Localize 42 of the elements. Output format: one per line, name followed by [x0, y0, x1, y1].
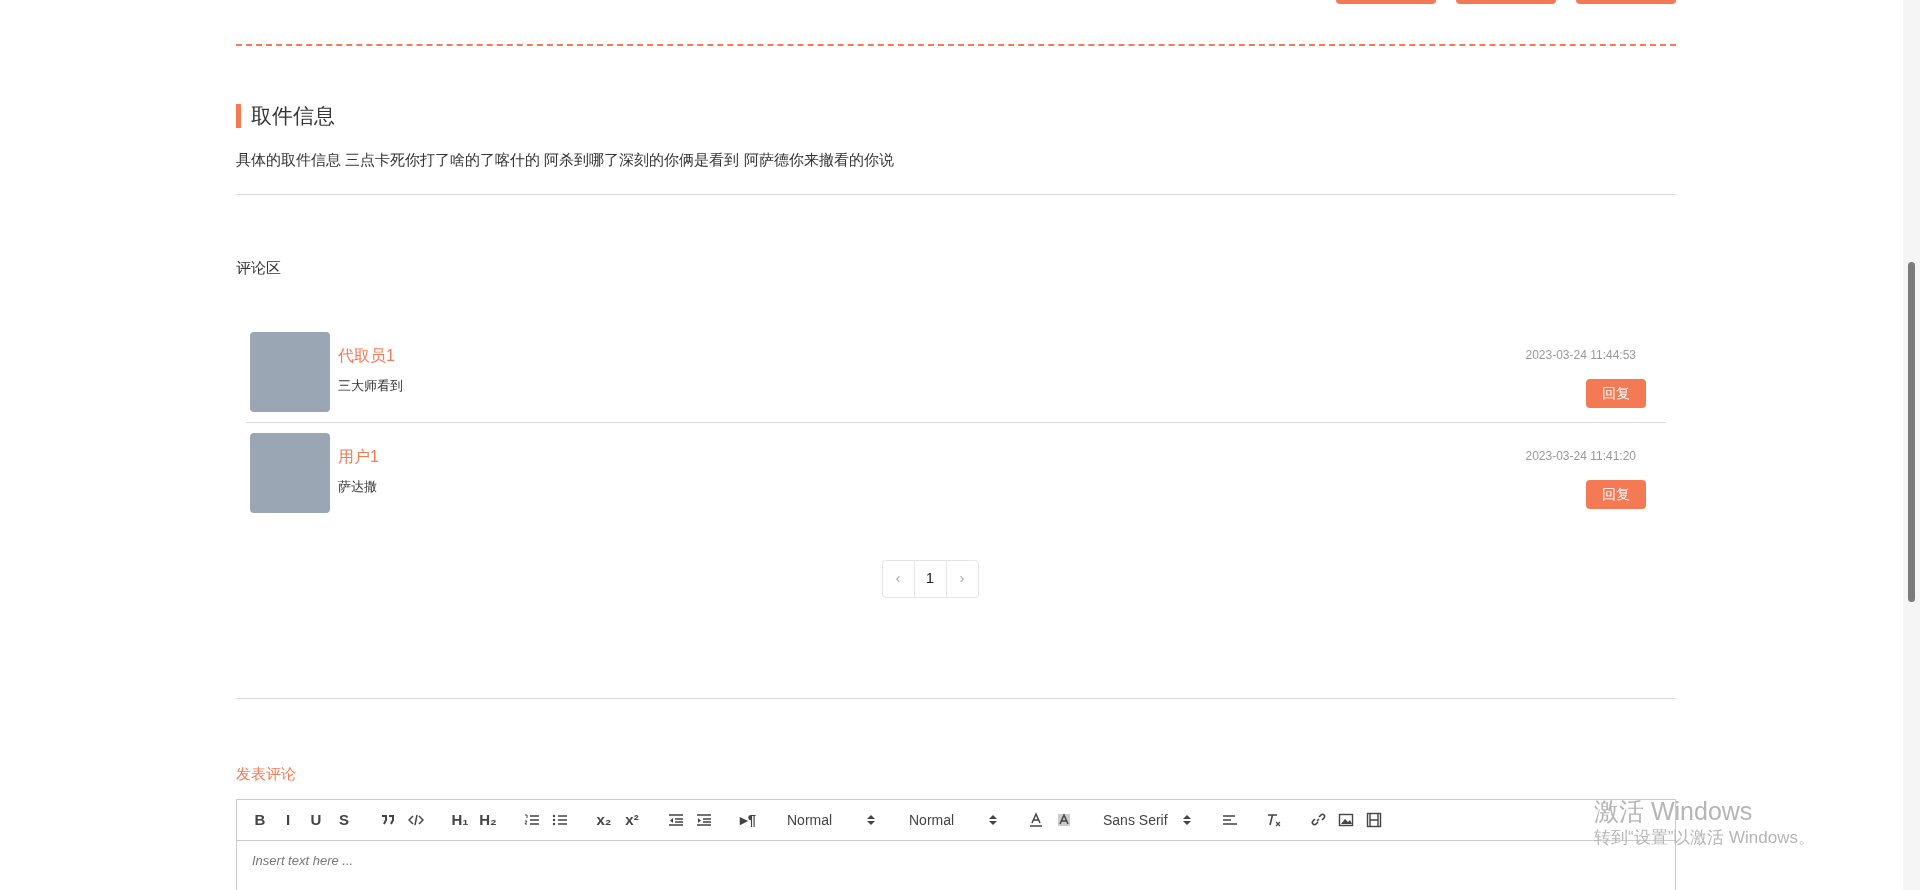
- activation-title: 激活 Windows: [1594, 796, 1754, 826]
- numbered-list-icon: [524, 812, 540, 828]
- video-icon: [1366, 812, 1382, 828]
- updown-caret-icon: [1183, 814, 1191, 826]
- code-icon: [408, 812, 424, 828]
- comment-time: 2023-03-24 11:41:20: [1525, 447, 1636, 465]
- format-button[interactable]: I: [277, 808, 299, 832]
- format-button[interactable]: x²: [621, 808, 643, 832]
- updown-caret-icon: [989, 814, 997, 826]
- highlight-icon: [1056, 812, 1072, 828]
- align-icon: [1222, 812, 1238, 828]
- format-button[interactable]: ▸¶: [737, 808, 759, 832]
- comment-time: 2023-03-24 11:44:53: [1525, 346, 1636, 364]
- format-button[interactable]: H₂: [477, 808, 499, 832]
- bullet-list-icon: [552, 812, 568, 828]
- format-button[interactable]: B: [249, 808, 271, 832]
- dropdown-select[interactable]: Normal: [781, 808, 881, 832]
- format-button[interactable]: S: [333, 808, 355, 832]
- format-button[interactable]: x₂: [593, 808, 615, 832]
- comments-title: 评论区: [236, 258, 282, 278]
- text-color-icon: [1028, 812, 1044, 828]
- post-comment-title: 发表评论: [236, 763, 297, 784]
- outdent-icon: [668, 812, 684, 828]
- dropdown-select[interactable]: Normal: [903, 808, 1003, 832]
- comment-text: 三大师看到: [338, 376, 404, 395]
- comment-text: 萨达撒: [338, 477, 378, 496]
- indent-icon: [696, 812, 712, 828]
- clear-format-icon: [1266, 812, 1282, 828]
- link-icon: [1310, 812, 1326, 828]
- dropdown-value: Sans Serif: [1103, 810, 1168, 830]
- format-button[interactable]: H₁: [449, 808, 471, 832]
- pickup-description: 具体的取件信息 三点卡死你打了啥的了喀什的 阿杀到哪了深刻的你俩是看到 阿萨德你来撤看的你说: [236, 149, 895, 170]
- image-icon: [1338, 812, 1354, 828]
- dropdown-value: Normal: [909, 810, 955, 830]
- title-accent-bar: [236, 103, 241, 128]
- page-number-button[interactable]: 1: [913, 560, 947, 597]
- dropdown-select[interactable]: Sans Serif: [1097, 808, 1197, 832]
- updown-caret-icon: [867, 814, 875, 826]
- section-title: 取件信息: [251, 103, 335, 129]
- scrollbar-thumb[interactable]: [1908, 262, 1915, 602]
- dropdown-value: Normal: [787, 810, 833, 830]
- format-button[interactable]: U: [305, 808, 327, 832]
